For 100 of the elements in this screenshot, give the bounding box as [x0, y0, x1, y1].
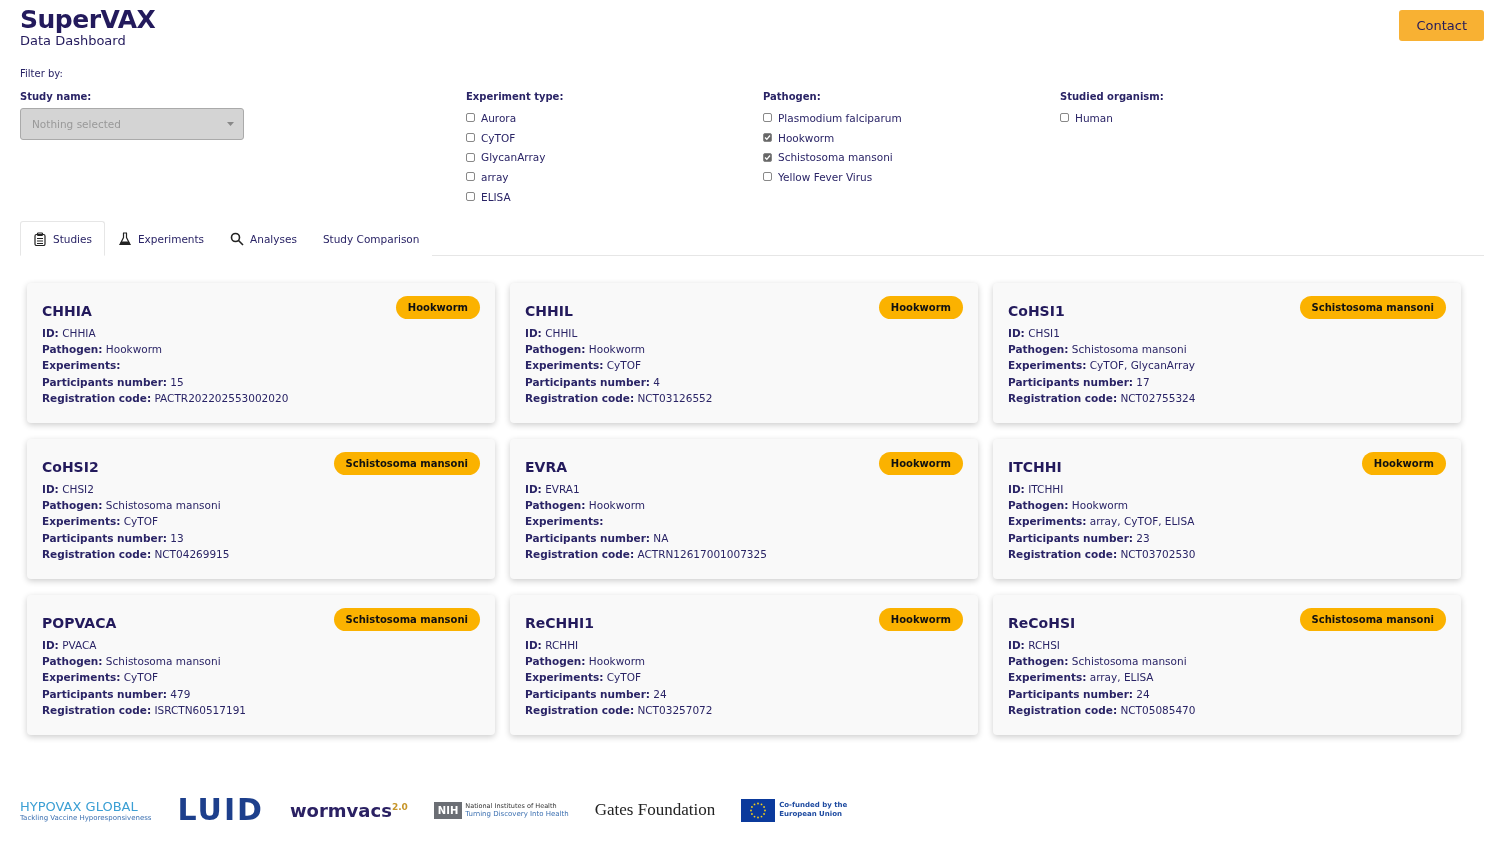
study-field: Pathogen: Hookworm — [42, 341, 480, 358]
study-field: Participants number: 23 — [1008, 529, 1446, 546]
checkbox-label: Schistosoma mansoni — [778, 151, 893, 164]
study-field: Pathogen: Hookworm — [525, 497, 963, 514]
pathogen-tag: Schistosoma mansoni — [333, 608, 480, 631]
logo-text: HYPOVAX GLOBAL — [20, 798, 138, 814]
study-field: ID: CHSI1 — [1008, 325, 1446, 342]
checkbox-label: array — [481, 170, 509, 183]
study-field: Pathogen: Schistosoma mansoni — [42, 653, 480, 670]
tab[interactable]: Studies — [20, 221, 105, 256]
study-title: CHHIL — [525, 303, 573, 319]
study-field: Registration code: PACTR202202553002020 — [42, 389, 480, 406]
study-field: ID: PVACA — [42, 637, 480, 654]
checkbox[interactable] — [466, 172, 475, 182]
app-title: SuperVAX — [20, 6, 156, 34]
filter-heading: Pathogen: — [763, 91, 822, 102]
checkbox[interactable] — [466, 113, 475, 123]
nih-badge: NIH — [433, 801, 463, 819]
gates-logo: Gates Foundation — [594, 800, 716, 820]
study-title: ITCHHI — [1008, 459, 1062, 475]
study-field: Registration code: NCT03702530 — [1008, 545, 1446, 562]
clipboard-icon — [33, 231, 47, 246]
caret-icon — [227, 122, 234, 126]
checkbox-label: Hookworm — [778, 131, 835, 144]
study-field: ID: RCHSI — [1008, 637, 1446, 654]
study-field: Pathogen: Hookworm — [1008, 497, 1446, 514]
study-field: Participants number: 13 — [42, 529, 480, 546]
pathogen-tag: Hookworm — [1361, 452, 1446, 475]
study-field: Participants number: 24 — [525, 685, 963, 702]
study-field: Registration code: NCT03126552 — [525, 389, 963, 406]
study-field: ID: CHHIL — [525, 325, 963, 342]
wormvacs-logo: wormvacs$^{2.0}$ — [290, 799, 408, 821]
pathogen-tag: Hookworm — [395, 296, 480, 319]
filter-label: Filter by: — [20, 68, 64, 79]
study-field: Pathogen: Schistosoma mansoni — [42, 497, 480, 514]
study-field: Pathogen: Schistosoma mansoni — [1008, 653, 1446, 670]
study-title: CoHSI1 — [1008, 303, 1065, 319]
study-field: Experiments: CyTOF, GlycanArray — [1008, 357, 1446, 374]
checkbox-label: CyTOF — [481, 131, 516, 144]
study-field: ID: RCHHI — [525, 637, 963, 654]
pathogen-tag: Hookworm — [878, 296, 963, 319]
study-field: Participants number: 24 — [1008, 685, 1446, 702]
pathogen-tag: Schistosoma mansoni — [1299, 608, 1446, 631]
study-field: ID: CHSI2 — [42, 481, 480, 498]
study-field: Participants number: NA — [525, 529, 963, 546]
checkbox[interactable] — [763, 152, 772, 162]
study-field: ID: EVRA1 — [525, 481, 963, 498]
study-field: ID: CHHIA — [42, 325, 480, 342]
pathogen-tag: Hookworm — [878, 452, 963, 475]
study-field: Registration code: NCT03257072 — [525, 701, 963, 718]
study-field: Pathogen: Hookworm — [525, 653, 963, 670]
study-field: Experiments: CyTOF — [525, 669, 963, 686]
contact-button[interactable]: Contact — [1399, 10, 1484, 41]
study-field: Experiments: CyTOF — [42, 669, 480, 686]
study-field: Experiments: CyTOF — [525, 357, 963, 374]
luid-logo: LUID — [177, 794, 264, 826]
study-field: Participants number: 4 — [525, 373, 963, 390]
pathogen-tag: Schistosoma mansoni — [1299, 296, 1446, 319]
filter-heading: Study name: — [20, 91, 93, 102]
study-field: Registration code: NCT04269915 — [42, 545, 480, 562]
checkbox[interactable] — [1060, 113, 1069, 123]
checkbox-label: Plasmodium falciparum — [778, 111, 902, 124]
flask-icon — [117, 232, 132, 246]
checkbox[interactable] — [763, 133, 772, 143]
checkbox[interactable] — [466, 133, 475, 143]
study-field: Experiments: — [525, 513, 963, 530]
checkbox-label: Yellow Fever Virus — [778, 170, 873, 183]
checkbox[interactable] — [763, 113, 772, 123]
checkbox[interactable] — [466, 152, 475, 162]
study-field: Registration code: NCT05085470 — [1008, 701, 1446, 718]
filter-heading: Experiment type: — [466, 91, 565, 102]
search-icon — [230, 232, 245, 246]
study-field: Pathogen: Hookworm — [525, 341, 963, 358]
study-title: CHHIA — [42, 303, 92, 319]
study-field: ID: ITCHHI — [1008, 481, 1446, 498]
study-field: Registration code: ISRCTN60517191 — [42, 701, 480, 718]
eu-flag-icon — [741, 798, 776, 822]
study-field: Participants number: 15 — [42, 373, 480, 390]
study-title: POPVACA — [42, 615, 117, 631]
checkbox-label: Aurora — [481, 111, 517, 124]
study-field: Participants number: 479 — [42, 685, 480, 702]
study-field: Experiments: — [42, 357, 480, 374]
filter-heading: Studied organism: — [1060, 91, 1165, 102]
checkbox-label: GlycanArray — [481, 151, 546, 164]
study-field: Experiments: CyTOF — [42, 513, 480, 530]
study-field: Registration code: NCT02755324 — [1008, 389, 1446, 406]
study-field: Experiments: array, ELISA — [1008, 669, 1446, 686]
study-title: CoHSI2 — [42, 459, 99, 475]
study-title: ReCoHSI — [1008, 615, 1076, 631]
app-subtitle: Data Dashboard — [20, 34, 127, 48]
checkbox[interactable] — [763, 172, 772, 182]
checkbox-label: Human — [1075, 111, 1113, 124]
pathogen-tag: Hookworm — [878, 608, 963, 631]
study-field: Registration code: ACTRN12617001007325 — [525, 545, 963, 562]
checkbox[interactable] — [466, 192, 475, 202]
study-title: EVRA — [525, 459, 567, 475]
checkbox-label: ELISA — [481, 190, 511, 203]
study-title: ReCHHI1 — [525, 615, 594, 631]
study-field: Pathogen: Schistosoma mansoni — [1008, 341, 1446, 358]
study-field: Experiments: array, CyTOF, ELISA — [1008, 513, 1446, 530]
